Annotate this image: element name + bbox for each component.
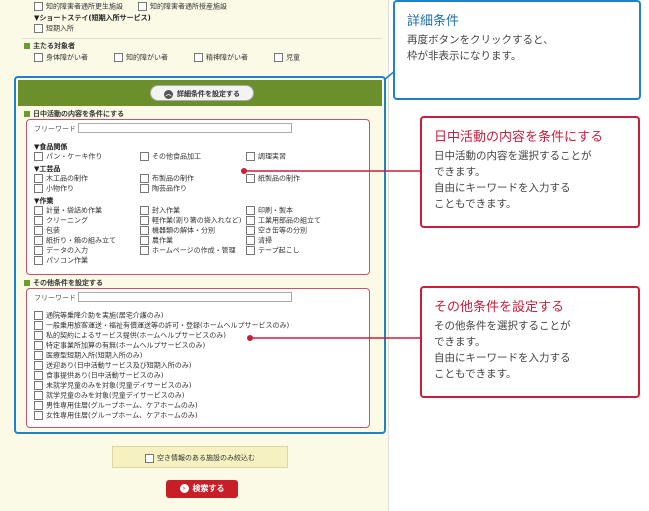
daytime-callout-title: 日中活動の内容を条件にする — [434, 130, 604, 145]
detail-callout-title: 詳細条件 — [407, 14, 460, 29]
other-connector-dot — [247, 335, 253, 341]
other-callout-title: その他条件を設定する — [434, 300, 565, 315]
other-callout: その他条件を設定する その他条件を選択することが できます。 自由にキーワードを… — [420, 286, 640, 398]
daytime-callout: 日中活動の内容を条件にする 日中活動の内容を選択することが できます。 自由にキ… — [420, 116, 640, 228]
daytime-connector-dot — [241, 168, 247, 174]
detail-callout-body: 再度ボタンをクリックすると、 枠が非表示になります。 — [407, 34, 554, 62]
detail-callout: 詳細条件 再度ボタンをクリックすると、 枠が非表示になります。 — [393, 0, 641, 100]
daytime-callout-body: 日中活動の内容を選択することが できます。 自由にキーワードを入力する こともで… — [434, 150, 592, 210]
other-callout-body: その他条件を選択することが できます。 自由にキーワードを入力する こともできま… — [434, 320, 571, 380]
